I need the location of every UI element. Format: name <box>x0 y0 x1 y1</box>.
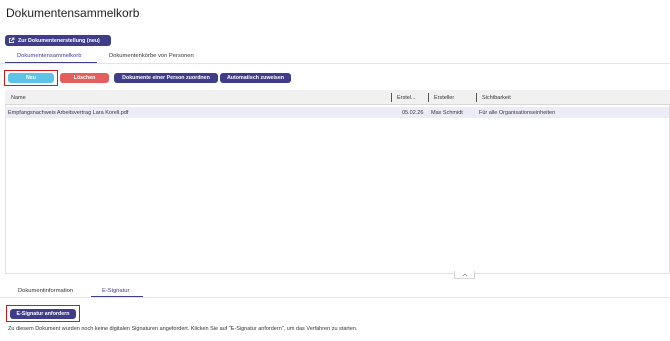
delete-button[interactable]: Löschen <box>60 73 109 83</box>
tab-document-information[interactable]: Dokumentinformation <box>18 288 73 294</box>
chevron-up-icon <box>461 272 468 276</box>
new-button[interactable]: Neu <box>8 73 54 83</box>
assign-to-person-button[interactable]: Dokumente einer Person zuordnen <box>114 73 218 83</box>
page-title: Dokumentensammelkorb <box>6 6 140 20</box>
tab-esignature[interactable]: E-Signatur <box>102 288 129 294</box>
column-header-name[interactable]: Name <box>11 95 26 101</box>
create-document-link-label: Zur Dokumentenerstellung (neu) <box>18 37 100 44</box>
column-header-creator[interactable]: Ersteller <box>434 95 454 101</box>
external-link-icon <box>8 37 15 44</box>
tab-divider <box>0 297 670 298</box>
column-resize-handle[interactable] <box>476 93 477 102</box>
column-header-created[interactable]: Erstel... <box>397 95 416 101</box>
cell-name: Empfangsnachweis Arbeitsvertrag Lara Kor… <box>8 110 129 116</box>
table-header <box>5 90 670 105</box>
cell-creator: Max Schmidt <box>431 110 463 116</box>
column-resize-handle[interactable] <box>391 93 392 102</box>
request-esignature-button[interactable]: E-Signatur anfordern <box>10 309 76 319</box>
esignature-info-text: Zu diesem Dokument wurden noch keine dig… <box>8 326 358 332</box>
tab-document-basket[interactable]: Dokumentensammelkorb <box>17 53 81 59</box>
column-resize-handle[interactable] <box>428 93 429 102</box>
tab-divider <box>0 63 670 64</box>
auto-assign-button[interactable]: Automatisch zuweisen <box>220 73 291 83</box>
tab-person-baskets[interactable]: Dokumentenkörbe von Personen <box>109 53 194 59</box>
cell-created: 05.02.26 <box>402 110 424 116</box>
panel-collapse-button[interactable] <box>454 271 475 279</box>
column-header-visibility[interactable]: Sichtbarkeit <box>482 95 511 101</box>
create-document-link-button[interactable]: Zur Dokumentenerstellung (neu) <box>5 35 111 46</box>
cell-visibility: Für alle Organisationseinheiten <box>479 110 556 116</box>
